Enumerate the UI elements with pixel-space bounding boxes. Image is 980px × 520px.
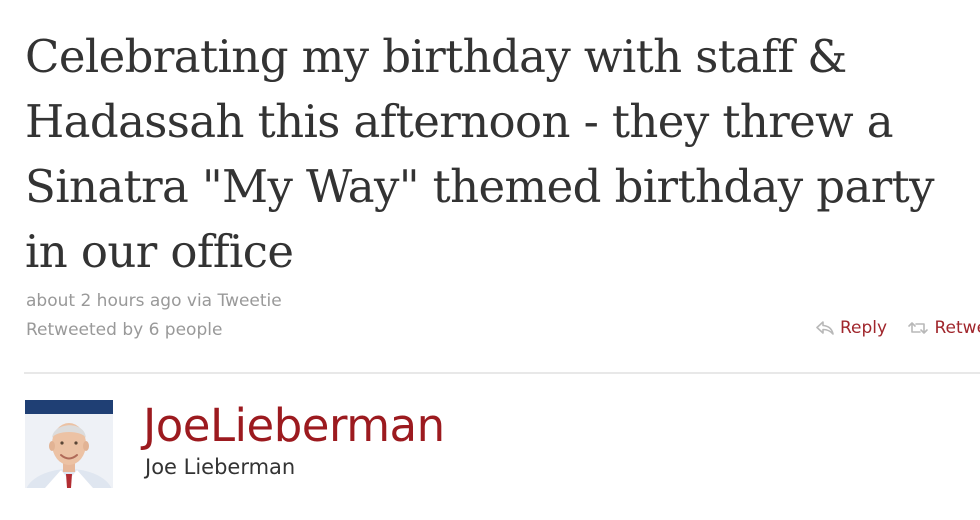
via-label: via: [186, 291, 213, 311]
source-link[interactable]: Tweetie: [218, 291, 282, 311]
retweet-arrows-icon: [907, 322, 928, 334]
reply-button[interactable]: Reply: [816, 318, 887, 338]
reply-label: Reply: [840, 318, 888, 338]
tweet-text: Celebrating my birthday with staff & Had…: [25, 30, 935, 278]
retweet-button[interactable]: Retweet: [907, 318, 980, 338]
divider: [24, 372, 980, 374]
tweet-actions: Reply Retweet: [816, 318, 980, 344]
author-full-name: Joe Lieberman: [145, 455, 296, 479]
retweet-label: Retweet: [934, 318, 980, 338]
retweet-count[interactable]: Retweeted by 6 people: [26, 320, 222, 340]
author-avatar[interactable]: [25, 400, 113, 488]
author-screen-name[interactable]: JoeLieberman: [143, 396, 445, 456]
tweet-meta: about 2 hours ago via Tweetie: [26, 291, 282, 311]
timestamp-link[interactable]: about 2 hours ago: [26, 291, 181, 311]
reply-arrow-icon: [816, 321, 834, 335]
tweet-permalink: Celebrating my birthday with staff & Had…: [0, 0, 980, 520]
